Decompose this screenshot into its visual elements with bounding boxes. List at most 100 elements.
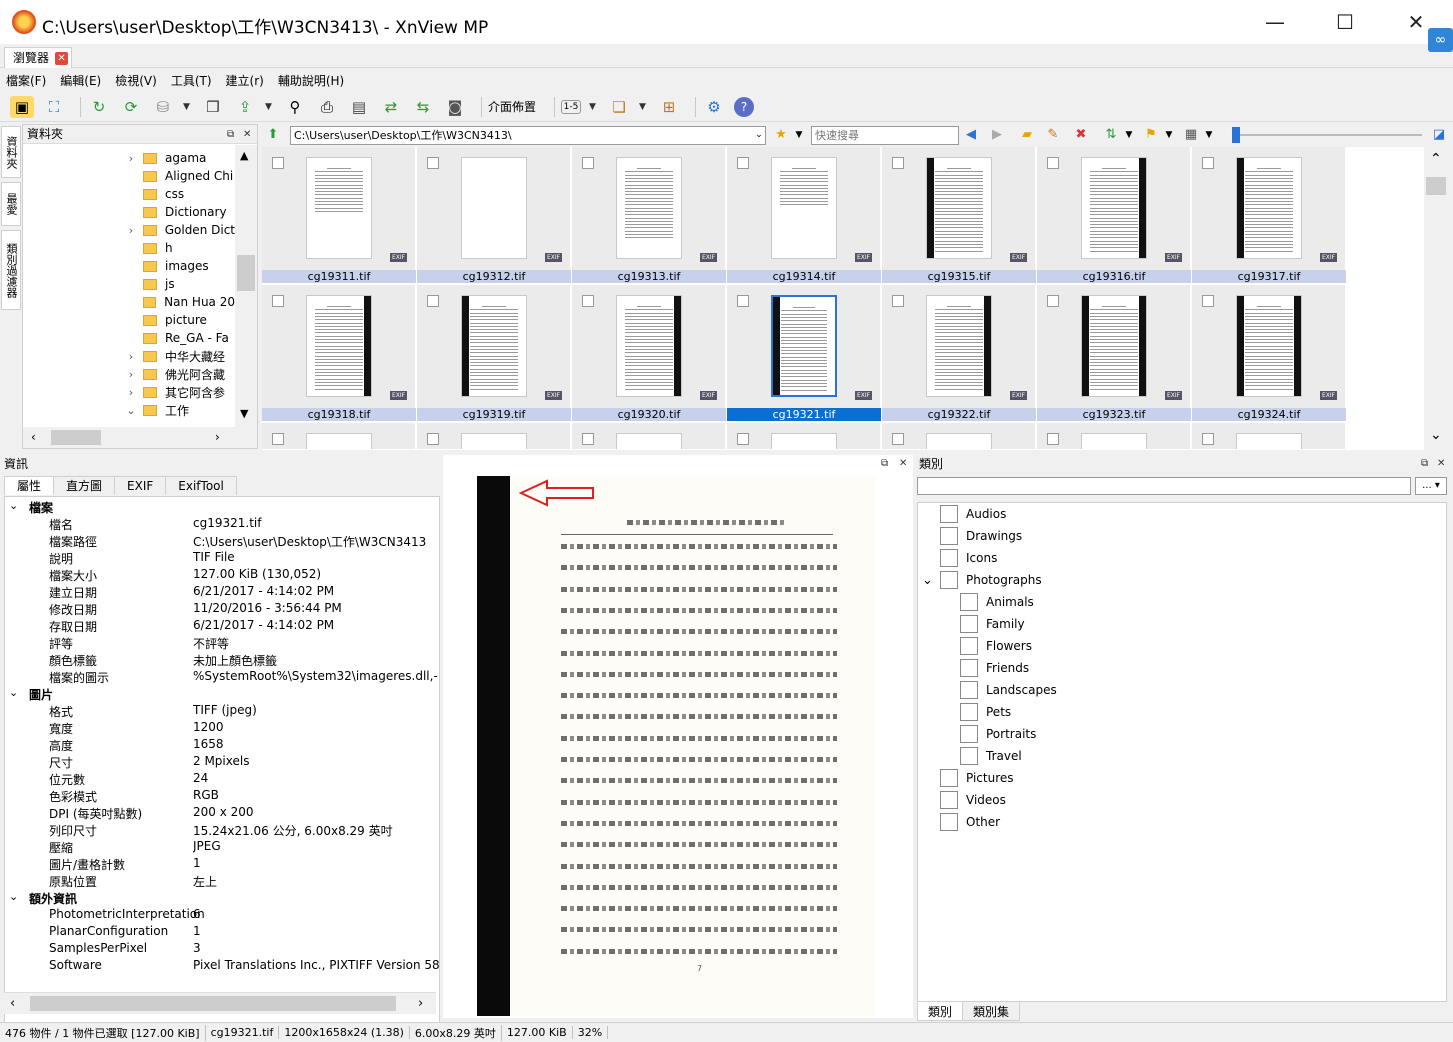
maximize-button[interactable]: ☐ — [1310, 0, 1380, 44]
folder-expand-icon[interactable]: ⌄ — [123, 404, 139, 417]
tab-categories[interactable]: 類別 — [917, 1001, 964, 1021]
category-checkbox[interactable] — [940, 571, 958, 589]
thumbnail-checkbox[interactable] — [1047, 433, 1059, 445]
category-item[interactable]: Icons — [918, 547, 1446, 569]
minimize-button[interactable]: — — [1240, 0, 1310, 44]
folder-item[interactable]: Dictionary — [23, 203, 235, 221]
panel-close-icon[interactable]: ✕ — [899, 458, 907, 469]
export-icon[interactable]: ⇪ — [233, 96, 257, 118]
folder-expand-icon[interactable]: › — [123, 224, 139, 237]
category-expander-icon[interactable]: ⌄ — [922, 573, 933, 588]
folder-expand-icon[interactable]: › — [123, 350, 139, 363]
scroll-thumb[interactable] — [1426, 177, 1446, 195]
back-arrow-icon[interactable]: ◀ — [962, 126, 980, 144]
menu-tools[interactable]: 工具(T) — [171, 72, 212, 89]
tab-browser[interactable]: 瀏覽器 ✕ — [4, 47, 73, 68]
thumbnail-checkbox[interactable] — [892, 295, 904, 307]
folder-item[interactable]: ⌄ 工作 — [23, 401, 235, 419]
bookmark-icon[interactable]: ❏ — [607, 96, 631, 118]
thumbnail-item[interactable]: EXIF cg19320.tif — [572, 285, 726, 421]
refresh-icon[interactable]: ↻ — [87, 96, 111, 118]
category-filter-input[interactable] — [917, 477, 1411, 495]
favorite-star-icon[interactable]: ★ — [772, 126, 790, 144]
export-dropdown-icon[interactable]: ▼ — [265, 102, 275, 112]
vtab-favorites[interactable]: 最愛 — [1, 182, 21, 226]
thumbnail-checkbox[interactable] — [1047, 157, 1059, 169]
filter-dropdown-icon[interactable]: ▼ — [1160, 126, 1178, 144]
thumbnail-item[interactable]: EXIF cg19318.tif — [262, 285, 416, 421]
category-checkbox[interactable] — [960, 725, 978, 743]
folder-item[interactable]: Aligned Chi — [23, 167, 235, 185]
thumbnail-checkbox[interactable] — [1202, 295, 1214, 307]
category-item[interactable]: Drawings — [918, 525, 1446, 547]
menu-file[interactable]: 檔案(F) — [6, 72, 46, 89]
thumbnail-checkbox[interactable] — [272, 433, 284, 445]
category-checkbox[interactable] — [960, 747, 978, 765]
properties-section[interactable]: ⌄ 檔案 — [5, 499, 439, 516]
convert-icon[interactable]: ⇄ — [379, 96, 403, 118]
category-checkbox[interactable] — [960, 593, 978, 611]
category-checkbox[interactable] — [960, 659, 978, 677]
category-item[interactable]: Landscapes — [918, 679, 1446, 701]
scroll-right-icon[interactable]: › — [215, 430, 220, 444]
print-icon[interactable]: ⎙ — [315, 96, 339, 118]
tab-properties[interactable]: 屬性 — [4, 476, 55, 495]
thumbnail-checkbox[interactable] — [272, 157, 284, 169]
sort-icon[interactable]: ⇅ — [1102, 126, 1120, 144]
thumbnail-checkbox[interactable] — [272, 295, 284, 307]
category-item[interactable]: Audios — [918, 503, 1446, 525]
thumbnail-size-slider[interactable] — [1232, 134, 1422, 136]
properties-section[interactable]: ⌄ 額外資訊 — [5, 890, 439, 907]
thumbnail-checkbox[interactable] — [892, 433, 904, 445]
scan-icon[interactable]: ▤ — [347, 96, 371, 118]
category-checkbox[interactable] — [960, 615, 978, 633]
vtab-category-filter[interactable]: 類別過濾器 — [1, 230, 21, 310]
scroll-thumb[interactable] — [237, 255, 255, 291]
sort-dropdown-icon[interactable]: ▼ — [1120, 126, 1138, 144]
edit-icon[interactable]: ✎ — [1044, 126, 1062, 144]
folder-item[interactable]: images — [23, 257, 235, 275]
thumbnail-checkbox[interactable] — [582, 433, 594, 445]
quick-search-input[interactable]: 快速搜尋 — [811, 126, 959, 145]
category-checkbox[interactable] — [940, 549, 958, 567]
category-checkbox[interactable] — [960, 681, 978, 699]
panel-close-icon[interactable]: ✕ — [1437, 458, 1445, 469]
thumbnail-checkbox[interactable] — [892, 157, 904, 169]
thumbnail-vscrollbar[interactable]: ⌃ ⌄ — [1424, 147, 1448, 450]
go-up-icon[interactable]: ⬆ — [264, 126, 282, 144]
thumbnail-item[interactable] — [262, 423, 416, 450]
folder-expand-icon[interactable]: › — [123, 152, 139, 165]
folder-item[interactable]: Re_GA - Fa — [23, 329, 235, 347]
thumbnail-size-slider-thumb[interactable] — [1232, 127, 1240, 143]
thumbnail-checkbox[interactable] — [1202, 433, 1214, 445]
folder-item[interactable]: › 中华大藏经 — [23, 347, 235, 365]
thumbnail-item[interactable] — [1192, 423, 1346, 450]
category-checkbox[interactable] — [940, 769, 958, 787]
tag-icon[interactable]: ⛁ — [151, 96, 175, 118]
category-item[interactable]: Flowers — [918, 635, 1446, 657]
folder-expand-icon[interactable]: › — [123, 368, 139, 381]
thumbnail-item[interactable] — [882, 423, 1036, 450]
thumbnail-item[interactable] — [727, 423, 881, 450]
thumbnail-checkbox[interactable] — [737, 295, 749, 307]
thumbnail-checkbox[interactable] — [1047, 295, 1059, 307]
category-checkbox[interactable] — [940, 791, 958, 809]
delete-icon[interactable]: ✖ — [1072, 126, 1090, 144]
fullscreen-icon[interactable]: ⛶ — [42, 96, 66, 118]
category-item[interactable]: Videos — [918, 789, 1446, 811]
folder-item[interactable]: picture — [23, 311, 235, 329]
thumbnail-checkbox[interactable] — [427, 157, 439, 169]
properties-icon[interactable]: ❒ — [201, 96, 225, 118]
folder-item[interactable]: js — [23, 275, 235, 293]
collapse-chevron-icon[interactable]: ⌄ — [9, 890, 18, 903]
folder-item[interactable]: › 佛光阿含藏 — [23, 365, 235, 383]
scroll-down-icon[interactable]: ▼ — [240, 407, 248, 420]
panel-toggle-icon[interactable]: ◪ — [1430, 126, 1448, 144]
scroll-left-icon[interactable]: ‹ — [31, 430, 36, 444]
scroll-thumb[interactable] — [30, 996, 396, 1011]
folder-item[interactable]: css — [23, 185, 235, 203]
view-mode-icon[interactable]: ▦ — [1182, 126, 1200, 144]
help-icon[interactable]: ? — [734, 96, 755, 117]
scroll-left-icon[interactable]: ‹ — [10, 996, 15, 1011]
thumbnail-checkbox[interactable] — [737, 157, 749, 169]
